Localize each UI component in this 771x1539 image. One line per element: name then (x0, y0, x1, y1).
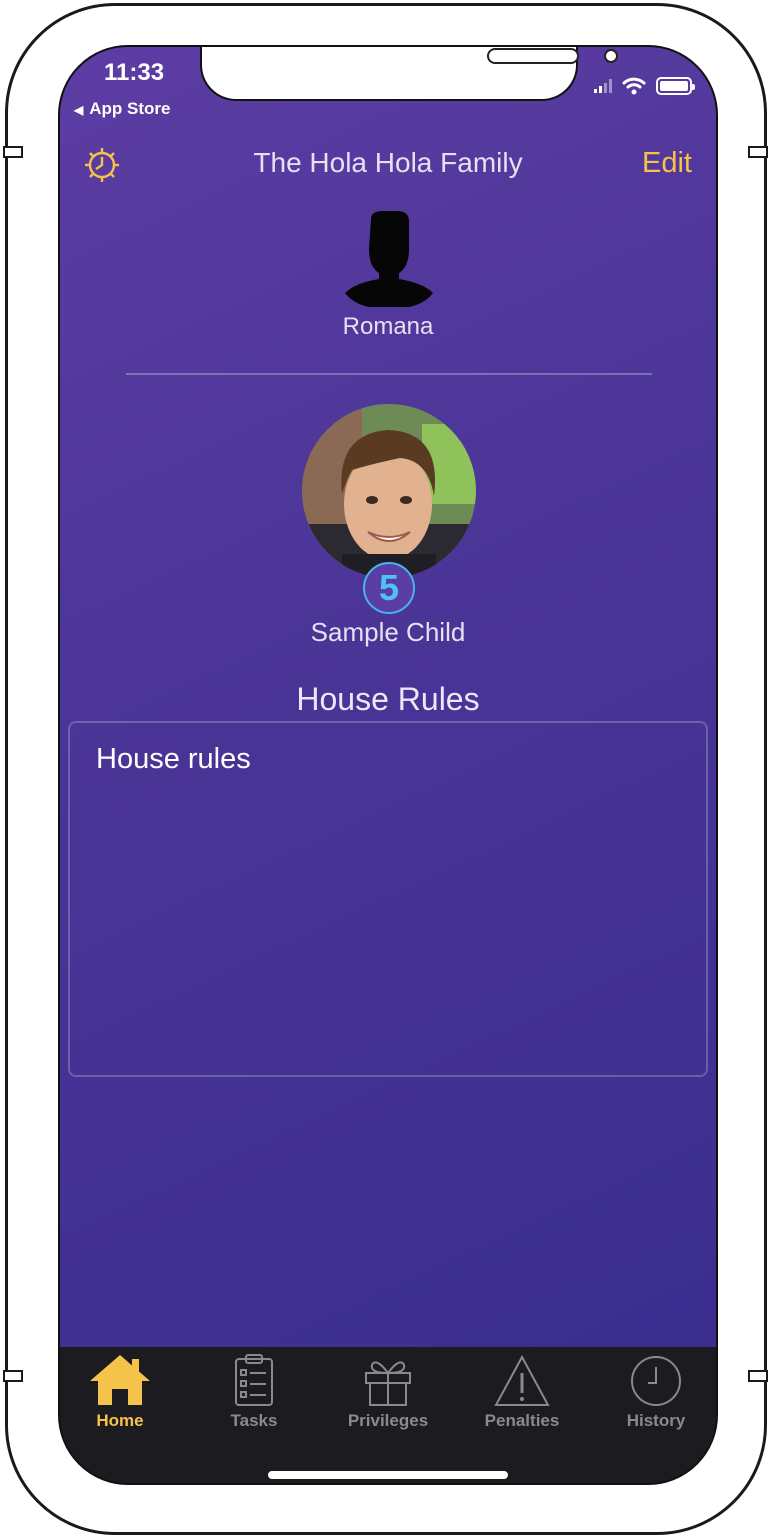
side-button (748, 1370, 768, 1382)
edit-button[interactable]: Edit (642, 147, 692, 180)
tab-privileges[interactable]: Privileges (328, 1353, 448, 1431)
house-rules-text: House rules (96, 743, 251, 775)
back-app-label: App Store (89, 99, 171, 118)
tab-tasks-label: Tasks (230, 1411, 278, 1430)
tab-privileges-label: Privileges (347, 1411, 429, 1430)
tab-history[interactable]: History (596, 1353, 716, 1431)
gift-icon (365, 1361, 411, 1406)
phone-notch (200, 47, 618, 101)
parent-avatar[interactable] (343, 209, 435, 312)
cellular-signal-icon (594, 79, 612, 93)
battery-icon (656, 77, 695, 95)
divider (126, 373, 652, 375)
tab-penalties-label: Penalties (484, 1411, 560, 1430)
wifi-icon (622, 77, 646, 95)
speaker-grille (487, 48, 579, 64)
tab-home[interactable]: Home (60, 1353, 180, 1431)
status-icons (594, 77, 695, 95)
side-button (3, 146, 23, 158)
tab-home-label: Home (96, 1411, 144, 1430)
tab-tasks[interactable]: Tasks (194, 1353, 314, 1431)
child-points-badge: 5 (363, 562, 415, 614)
tab-bar: Home Tasks Privileges Penalties History (60, 1347, 716, 1483)
tab-penalties[interactable]: Penalties (462, 1353, 582, 1431)
family-title: The Hola Hola Family (253, 147, 523, 178)
clipboard-icon (235, 1354, 273, 1406)
parent-name: Romana (342, 313, 434, 340)
house-rules-title: House Rules (296, 681, 480, 717)
front-camera (604, 49, 618, 63)
child-name: Sample Child (310, 617, 466, 647)
house-rules-textarea[interactable]: House rules (68, 721, 708, 1077)
side-button (3, 1370, 23, 1382)
clock-icon (631, 1356, 681, 1406)
warning-icon (494, 1354, 550, 1406)
house-icon (90, 1355, 150, 1405)
home-indicator[interactable] (268, 1471, 508, 1479)
home-content: 11:33 ◀ App Store The Hola Hola Family E… (60, 47, 716, 1347)
tab-history-label: History (626, 1411, 686, 1430)
status-time: 11:33 (104, 59, 165, 86)
side-button (748, 146, 768, 158)
phone-screen: 11:33 ◀ App Store The Hola Hola Family E… (58, 45, 718, 1485)
back-to-app-link[interactable]: ◀ App Store (74, 99, 170, 119)
child-avatar-photo[interactable] (302, 404, 476, 578)
back-triangle-icon: ◀ (74, 103, 84, 117)
